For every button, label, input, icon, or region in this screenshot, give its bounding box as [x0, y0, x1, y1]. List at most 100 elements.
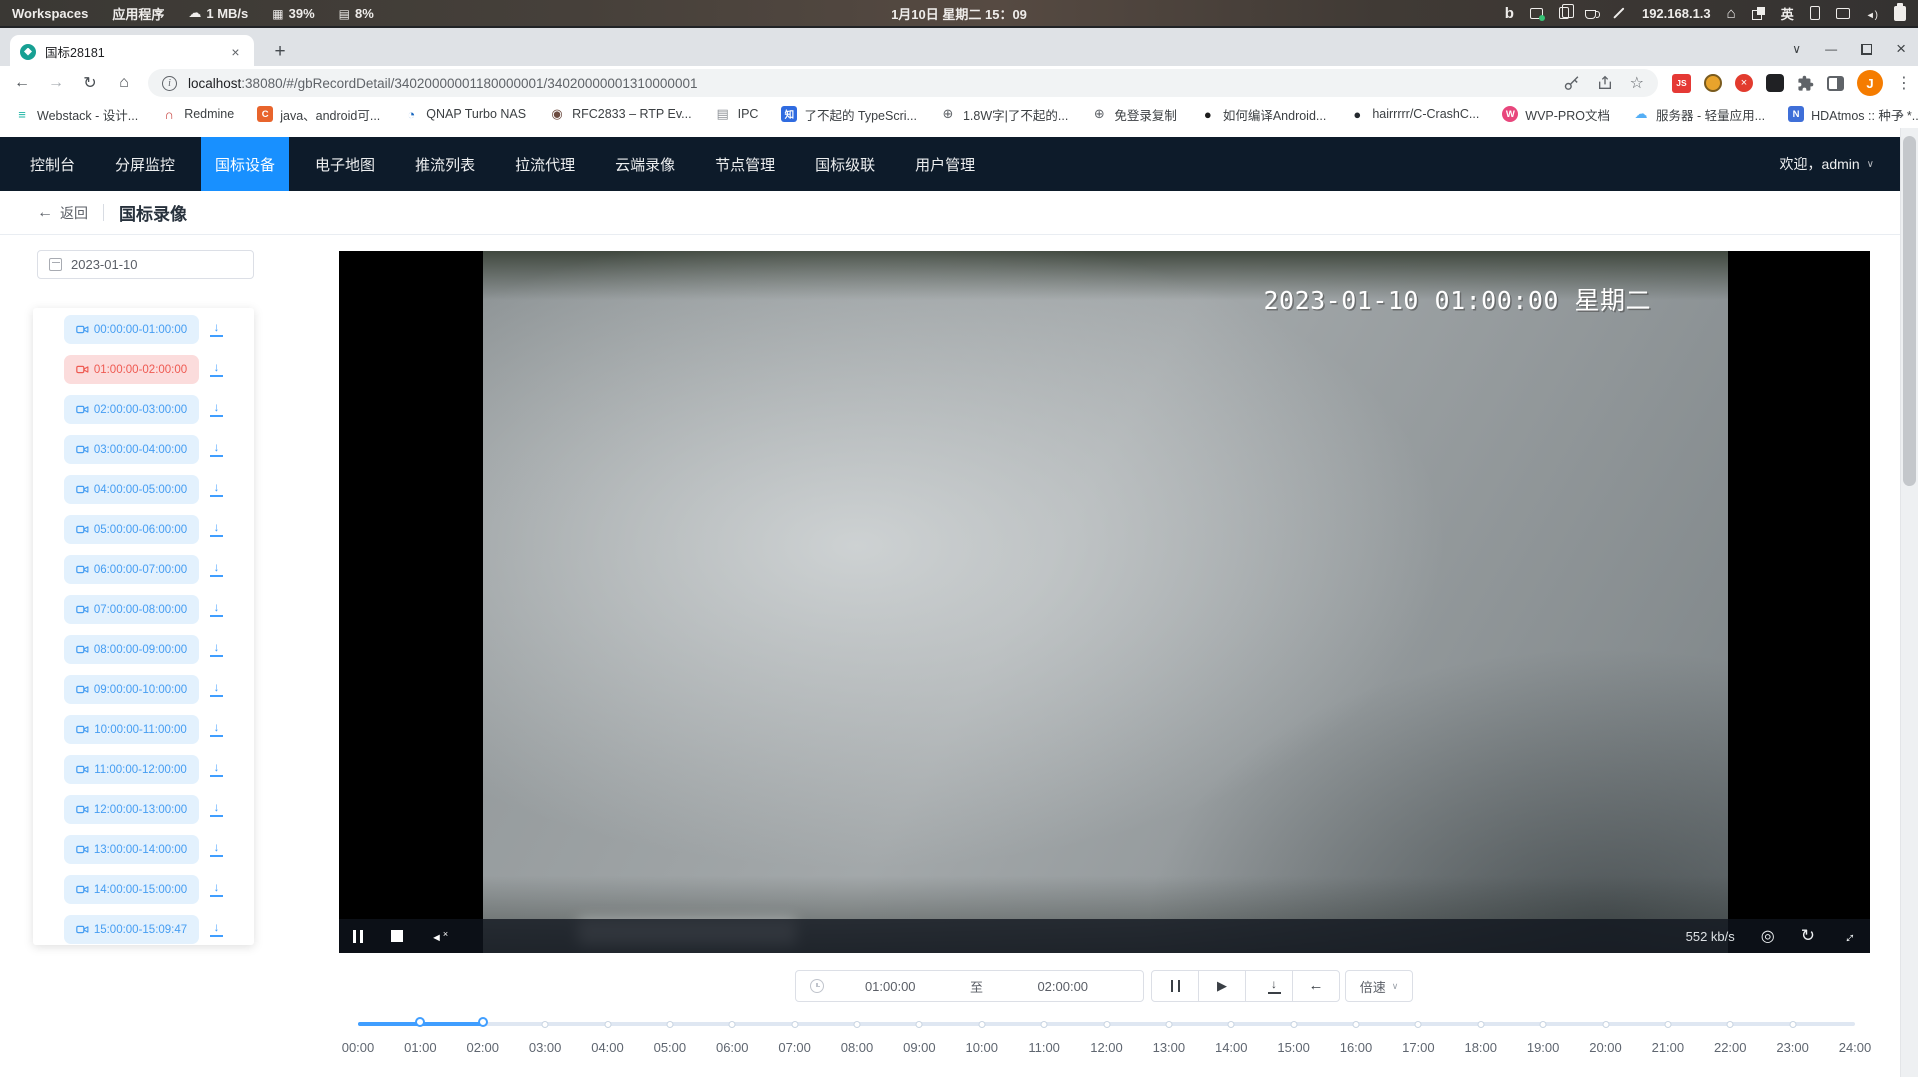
record-chip[interactable]: 10:00:00-11:00:00 [64, 715, 199, 744]
record-chip[interactable]: 03:00:00-04:00:00 [64, 435, 199, 464]
player-refresh-icon[interactable] [1801, 926, 1815, 946]
timeline-handle[interactable] [415, 1017, 425, 1027]
clipboard-tray-icon[interactable] [1559, 7, 1569, 19]
ip-address-indicator[interactable]: 192.168.1.3 [1642, 6, 1711, 21]
bookmark-item[interactable]: ☁服务器 - 轻量应用... [1633, 105, 1765, 124]
nav-item-5[interactable]: 推流列表 [401, 137, 489, 191]
nav-item-1[interactable]: 控制台 [16, 137, 89, 191]
user-menu[interactable]: 欢迎，admin [1780, 154, 1874, 174]
windows-tray-icon[interactable] [1752, 7, 1765, 20]
record-download-icon[interactable] [209, 402, 224, 417]
profile-avatar[interactable]: J [1857, 70, 1883, 96]
volume-tray-icon[interactable] [1866, 6, 1878, 21]
record-download-icon[interactable] [209, 802, 224, 817]
back-button[interactable]: 返回 [37, 203, 88, 223]
record-chip[interactable]: 05:00:00-06:00:00 [64, 515, 199, 544]
bookmark-item[interactable]: ◉RFC2833 – RTP Ev... [549, 106, 692, 122]
record-chip[interactable]: 00:00:00-01:00:00 [64, 315, 199, 344]
home-tray-icon[interactable] [1727, 5, 1736, 22]
record-download-icon[interactable] [209, 882, 224, 897]
snapshot-icon[interactable] [1761, 926, 1775, 946]
video-surface[interactable] [483, 251, 1728, 953]
record-chip[interactable]: 15:00:00-15:09:47 [64, 915, 199, 944]
record-chip[interactable]: 09:00:00-10:00:00 [64, 675, 199, 704]
side-panel-icon[interactable] [1827, 76, 1844, 91]
bookmark-item[interactable]: Cjava、android可... [257, 105, 380, 124]
player-mute-icon[interactable] [431, 929, 448, 944]
nav-item-7[interactable]: 云端录像 [601, 137, 689, 191]
bookmark-item[interactable]: ▤IPC [715, 106, 759, 122]
bookmark-item[interactable]: ◔QNAP Turbo NAS [403, 106, 526, 122]
nav-item-10[interactable]: 用户管理 [901, 137, 989, 191]
time-range-input[interactable]: 01:00:00 至 02:00:00 [795, 970, 1144, 1002]
json-extension-icon[interactable]: JS [1672, 74, 1691, 93]
nav-item-8[interactable]: 节点管理 [701, 137, 789, 191]
applications-button[interactable]: 应用程序 [112, 4, 164, 23]
tab-close-icon[interactable] [227, 43, 244, 60]
timeline-slider[interactable]: 00:0001:0002:0003:0004:0005:0006:0007:00… [358, 1016, 1855, 1068]
back-icon[interactable]: ← [12, 74, 32, 92]
bookmark-item[interactable]: ●hairrrrr/C-CrashC... [1349, 106, 1479, 122]
bookmark-item[interactable]: ●如何编译Android... [1200, 105, 1327, 124]
nav-item-6[interactable]: 拉流代理 [501, 137, 589, 191]
seek-back-button[interactable] [1292, 970, 1340, 1002]
bookmark-item[interactable]: ∩Redmine [161, 106, 234, 122]
record-download-icon[interactable] [209, 562, 224, 577]
record-chip[interactable]: 01:00:00-02:00:00 [64, 355, 199, 384]
bookmark-item[interactable]: ⊕1.8W字|了不起的... [940, 105, 1068, 124]
record-download-icon[interactable] [209, 522, 224, 537]
nav-item-9[interactable]: 国标级联 [801, 137, 889, 191]
record-chip[interactable]: 11:00:00-12:00:00 [64, 755, 199, 784]
record-chip[interactable]: 06:00:00-07:00:00 [64, 555, 199, 584]
record-chip[interactable]: 13:00:00-14:00:00 [64, 835, 199, 864]
memory-usage-indicator[interactable]: 8% [339, 6, 374, 21]
record-chip[interactable]: 08:00:00-09:00:00 [64, 635, 199, 664]
minimize-icon[interactable] [1825, 40, 1837, 58]
extensions-puzzle-icon[interactable] [1797, 75, 1814, 92]
record-chip[interactable]: 04:00:00-05:00:00 [64, 475, 199, 504]
bookmark-item[interactable]: ≡Webstack - 设计... [14, 105, 138, 124]
phone-tray-icon[interactable] [1810, 6, 1820, 20]
password-key-icon[interactable] [1563, 75, 1580, 92]
screenshot-tray-icon[interactable] [1530, 8, 1543, 19]
close-window-icon[interactable] [1896, 39, 1906, 59]
record-download-icon[interactable] [209, 762, 224, 777]
player-stop-icon[interactable] [391, 930, 403, 942]
scrollbar-thumb[interactable] [1903, 136, 1916, 486]
bookmarks-overflow-button[interactable]: » [1896, 106, 1904, 123]
battery-tray-icon[interactable] [1894, 6, 1906, 21]
tab-search-icon[interactable] [1792, 40, 1801, 58]
display-tray-icon[interactable] [1836, 8, 1850, 19]
nav-item-4[interactable]: 电子地图 [301, 137, 389, 191]
monkey-extension-icon[interactable] [1704, 74, 1722, 92]
maximize-icon[interactable] [1861, 44, 1872, 55]
network-speed-indicator[interactable]: 1 MB/s [188, 5, 248, 21]
color-picker-tray-icon[interactable] [1613, 7, 1625, 19]
bing-tray-icon[interactable] [1505, 5, 1514, 22]
nav-item-3[interactable]: 国标设备 [201, 137, 289, 191]
browser-home-icon[interactable]: ⌂ [114, 74, 134, 92]
caffeine-tray-icon[interactable] [1585, 10, 1596, 19]
pause-button[interactable] [1151, 970, 1199, 1002]
bookmark-star-icon[interactable] [1630, 73, 1644, 93]
bookmark-item[interactable]: ⊕免登录复制 [1091, 105, 1177, 124]
share-icon[interactable] [1597, 75, 1613, 91]
forward-icon[interactable]: → [46, 74, 66, 92]
date-picker-input[interactable]: 2023-01-10 [37, 250, 254, 279]
cpu-usage-indicator[interactable]: 39% [272, 6, 314, 21]
record-download-icon[interactable] [209, 722, 224, 737]
record-chip[interactable]: 02:00:00-03:00:00 [64, 395, 199, 424]
record-chip[interactable]: 12:00:00-13:00:00 [64, 795, 199, 824]
browser-tab[interactable]: 国标28181 [10, 35, 254, 68]
record-download-icon[interactable] [209, 362, 224, 377]
record-download-icon[interactable] [209, 482, 224, 497]
record-download-icon[interactable] [209, 642, 224, 657]
workspaces-button[interactable]: Workspaces [12, 6, 88, 21]
timeline-handle[interactable] [478, 1017, 488, 1027]
record-download-icon[interactable] [209, 322, 224, 337]
ime-indicator[interactable]: 英 [1781, 4, 1794, 23]
adblock-extension-icon[interactable] [1735, 74, 1753, 92]
browser-menu-icon[interactable] [1896, 73, 1906, 93]
player-pause-icon[interactable] [353, 930, 363, 943]
play-button[interactable] [1198, 970, 1246, 1002]
